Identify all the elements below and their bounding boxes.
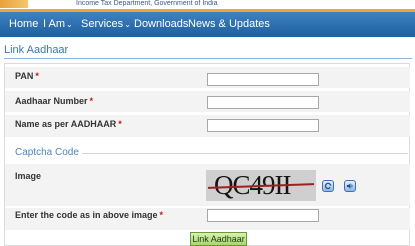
captcha-code-input[interactable]: [207, 209, 319, 222]
nav-i-am-label: I Am: [43, 18, 66, 30]
captcha-image: QC49II: [206, 170, 316, 201]
aadhaar-row: Aadhaar Number *: [5, 91, 410, 112]
logo: [0, 0, 28, 8]
nav-news-updates[interactable]: News & Updates: [188, 18, 270, 30]
aadhaar-number-input[interactable]: [207, 96, 319, 109]
page-title: Link Aadhaar: [4, 44, 69, 56]
captcha-divider: [82, 153, 408, 154]
image-label: Image: [15, 171, 42, 181]
main-nav: Home I Am⌄ Services⌄ Downloads News & Up…: [0, 12, 415, 37]
enter-code-label: Enter the code as in above image *: [15, 210, 164, 220]
nav-services-label: Services: [81, 18, 124, 30]
audio-icon: [347, 183, 353, 189]
required-mark: *: [118, 119, 122, 129]
captcha-entry-row: Enter the code as in above image *: [5, 208, 410, 230]
nav-services[interactable]: Services⌄: [81, 18, 131, 30]
name-row: Name as per AADHAAR *: [5, 115, 410, 137]
nav-downloads[interactable]: Downloads: [134, 18, 188, 30]
required-mark: *: [89, 96, 94, 106]
name-input[interactable]: [207, 119, 319, 132]
department-name: Income Tax Department, Government of Ind…: [76, 0, 218, 7]
name-label: Name as per AADHAAR *: [15, 119, 122, 129]
required-mark: *: [159, 210, 164, 220]
chevron-down-icon: ⌄: [124, 20, 131, 29]
nav-home[interactable]: Home: [9, 18, 38, 30]
captcha-section-title: Captcha Code: [15, 147, 79, 158]
pan-row: PAN *: [5, 67, 410, 88]
pan-label: PAN *: [15, 71, 39, 81]
title-divider: [4, 58, 412, 59]
chevron-down-icon: ⌄: [66, 20, 73, 29]
pan-input[interactable]: [207, 73, 319, 86]
refresh-captcha-button[interactable]: [322, 180, 334, 192]
audio-captcha-button[interactable]: [344, 180, 356, 192]
link-aadhaar-button[interactable]: Link Aadhaar: [190, 232, 247, 246]
required-mark: *: [35, 71, 39, 81]
refresh-icon: [324, 182, 332, 190]
nav-i-am[interactable]: I Am⌄: [43, 18, 73, 30]
aadhaar-label: Aadhaar Number *: [15, 96, 94, 106]
